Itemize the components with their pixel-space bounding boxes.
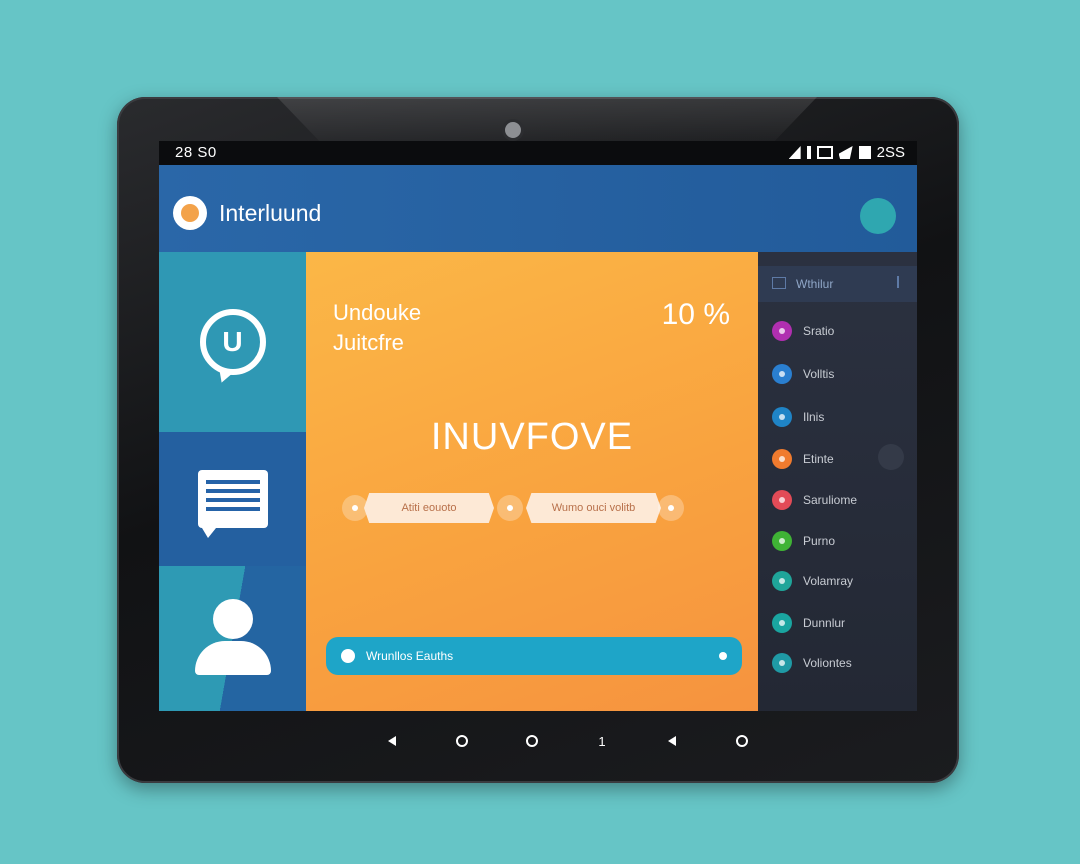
nav-tile-messages[interactable]: [159, 432, 306, 566]
bezel-reflection: [277, 97, 817, 142]
status-icons: 2SS: [788, 144, 905, 161]
status-dot-icon: [772, 449, 792, 469]
home-icon: [456, 735, 468, 747]
avatar[interactable]: [860, 198, 896, 234]
right-nav-item-label: Purno: [803, 534, 836, 548]
status-dot-icon: [772, 321, 792, 341]
app-logo-icon[interactable]: [173, 196, 207, 230]
main-subtitle-line1: Undouke: [333, 300, 422, 325]
right-nav-item[interactable]: Voliontes: [772, 653, 852, 673]
right-nav-item-label: Saruliome: [803, 493, 858, 507]
home-icon: [736, 735, 748, 747]
status-dot-icon: [772, 364, 792, 384]
right-nav: Wthilur Sratio Volltis Ilnis Etinte Saruliom…: [758, 252, 917, 711]
right-nav-item[interactable]: Volamray: [772, 571, 853, 591]
chat-bubble-letter: U: [222, 326, 243, 357]
status-dot-icon: [772, 653, 792, 673]
divider-tick: [897, 276, 899, 288]
screen: 28 S0 2SS Interluund U Undouke Juitcfre …: [159, 141, 917, 711]
right-nav-header[interactable]: Wthilur: [758, 266, 917, 302]
pill-middle-button[interactable]: [497, 495, 523, 521]
right-nav-header-label: Wthilur: [796, 277, 834, 291]
folder-icon: [772, 277, 786, 289]
nav-number-button[interactable]: 1: [567, 731, 637, 751]
wifi-icon: [788, 146, 801, 159]
status-dot-icon: [772, 571, 792, 591]
status-dot-icon: [772, 531, 792, 551]
status-dot-icon: [772, 613, 792, 633]
nav-tile-profile[interactable]: [159, 566, 306, 711]
chat-bubble-icon: U: [199, 309, 266, 375]
right-nav-item[interactable]: Saruliome: [772, 490, 857, 510]
window-icon: [816, 146, 833, 159]
pill-button-2[interactable]: Wumo ouci volitb: [526, 493, 661, 523]
right-nav-item[interactable]: Dunnlur: [772, 613, 845, 633]
signal-bar-icon: [806, 146, 811, 159]
battery-icon: [858, 146, 871, 159]
app-bar: Interluund: [159, 165, 917, 252]
status-dot-icon: [772, 407, 792, 427]
pill-button-1[interactable]: Atiti eouoto: [364, 493, 494, 523]
right-nav-item[interactable]: Etinte: [772, 449, 834, 469]
right-nav-item-label: Dunnlur: [803, 616, 846, 630]
right-nav-item-label: Sratio: [803, 324, 835, 338]
back-icon: [388, 736, 396, 746]
back-button-2[interactable]: [637, 731, 707, 751]
right-nav-item-label: Voliontes: [803, 656, 852, 670]
status-right-text: 2SS: [876, 144, 905, 161]
status-time: 28 S0: [175, 144, 217, 161]
main-subtitle-line2: Juitcfre: [333, 330, 404, 355]
right-nav-item[interactable]: Volltis: [772, 364, 834, 384]
right-nav-item[interactable]: Sratio: [772, 321, 834, 341]
app-title: Interluund: [219, 200, 322, 226]
home-button-2[interactable]: [707, 731, 777, 751]
tablet-device: 28 S0 2SS Interluund U Undouke Juitcfre …: [117, 97, 959, 783]
recents-button[interactable]: [497, 731, 567, 751]
status-bar: 28 S0 2SS: [159, 141, 917, 165]
front-camera: [502, 119, 524, 141]
right-nav-item[interactable]: Purno: [772, 531, 835, 551]
dot-icon: [719, 652, 727, 660]
user-icon: [193, 598, 273, 679]
main-heading: INUVFOVE: [430, 416, 634, 458]
message-icon: [197, 470, 268, 538]
right-nav-item[interactable]: Ilnis: [772, 407, 824, 427]
status-dot-icon: [772, 490, 792, 510]
right-nav-item-label: Volamray: [803, 574, 854, 588]
back-icon: [668, 736, 676, 746]
right-nav-item-label: Ilnis: [803, 410, 825, 424]
nav-tile-chat[interactable]: U: [159, 252, 306, 432]
bottom-bar-label: Wrunllos Eauths: [366, 649, 454, 663]
progress-percent: 10 %: [661, 298, 730, 331]
left-nav: U: [159, 252, 306, 711]
right-nav-item-label: Etinte: [803, 452, 834, 466]
back-button[interactable]: [357, 731, 427, 751]
pill-right-button[interactable]: [658, 495, 684, 521]
floating-circle: [878, 444, 904, 470]
system-nav-bar: 1: [357, 731, 777, 751]
main-panel: Undouke Juitcfre 10 % INUVFOVE Atiti eou…: [306, 252, 758, 711]
home-button[interactable]: [427, 731, 497, 751]
bottom-action-bar[interactable]: Wrunllos Eauths: [326, 637, 742, 675]
recents-icon: [526, 735, 538, 747]
right-nav-item-label: Volltis: [803, 367, 835, 381]
radio-dot-icon: [341, 649, 355, 663]
signal-icon: [838, 146, 853, 159]
